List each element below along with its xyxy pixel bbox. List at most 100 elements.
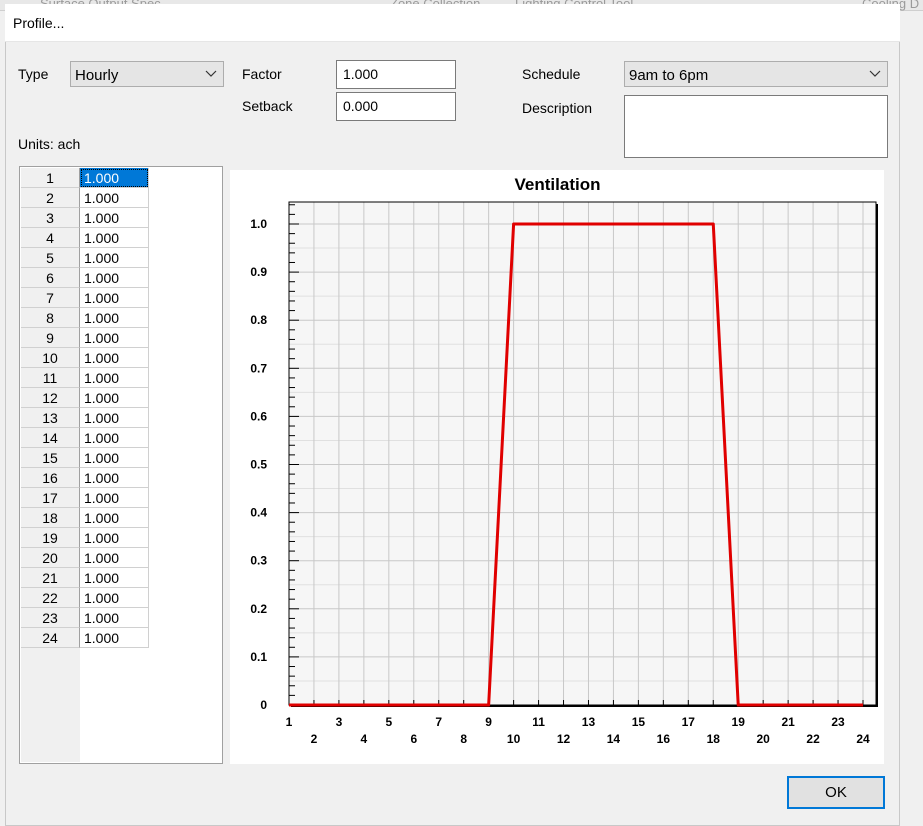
type-select-value: Hourly — [75, 67, 119, 84]
grid-value-cell[interactable]: 1.000 — [80, 348, 149, 368]
grid-row-header[interactable]: 13 — [21, 408, 80, 428]
grid-value-cell[interactable]: 1.000 — [80, 328, 149, 348]
x-tick-label: 24 — [856, 732, 870, 746]
grid-row-header[interactable]: 24 — [21, 628, 80, 648]
units-label: Units: ach — [18, 136, 81, 152]
grid-value-cell[interactable]: 1.000 — [80, 628, 149, 648]
grid-value-cell[interactable]: 1.000 — [80, 588, 149, 608]
y-tick-label: 0.7 — [250, 361, 267, 375]
grid-value-cell[interactable]: 1.000 — [80, 488, 149, 508]
grid-value-cell[interactable]: 1.000 — [80, 508, 149, 528]
grid-value-cell[interactable]: 1.000 — [80, 368, 149, 388]
x-tick-label: 2 — [311, 732, 318, 746]
chart-title: Ventilation — [515, 175, 601, 194]
y-tick-label: 0.4 — [250, 506, 267, 520]
description-input[interactable] — [624, 95, 888, 158]
x-tick-label: 8 — [460, 732, 467, 746]
grid-row-header[interactable]: 17 — [21, 488, 80, 508]
x-tick-label: 1 — [286, 715, 293, 729]
grid-value-cell[interactable]: 1.000 — [80, 268, 149, 288]
setback-input[interactable]: 0.000 — [336, 92, 456, 121]
setback-input-value: 0.000 — [343, 98, 379, 114]
type-select[interactable]: Hourly — [70, 61, 224, 87]
grid-value-cell[interactable]: 1.000 — [80, 188, 149, 208]
chevron-down-icon — [205, 70, 217, 77]
ventilation-chart: 0 0.1 0.2 0.3 0.4 0.5 0.6 0.7 0.8 0.9 1.0 1 3 5 7 9 11 13… — [230, 170, 884, 764]
grid-row-header[interactable]: 18 — [21, 508, 80, 528]
x-tick-label: 9 — [485, 715, 492, 729]
grid-value-cell[interactable]: 1.000 — [80, 248, 149, 268]
grid-row-header[interactable]: 3 — [21, 208, 80, 228]
grid-value-cell[interactable]: 1.000 — [80, 288, 149, 308]
x-tick-label: 10 — [507, 732, 521, 746]
grid-row-header[interactable]: 16 — [21, 468, 80, 488]
factor-input[interactable]: 1.000 — [336, 60, 456, 89]
x-tick-label: 5 — [385, 715, 392, 729]
setback-label: Setback — [242, 98, 293, 114]
grid-row-header[interactable]: 12 — [21, 388, 80, 408]
chevron-down-icon — [869, 70, 881, 77]
x-tick-label: 11 — [532, 715, 545, 729]
x-tick-label: 12 — [557, 732, 571, 746]
description-label: Description — [522, 100, 593, 116]
chart-svg: 00.10.20.30.40.50.60.70.80.91.01 3 5 7 9 11 13… — [250, 175, 878, 746]
x-tick-label: 3 — [336, 715, 343, 729]
x-tick-label: 7 — [435, 715, 442, 729]
grid-value-cell[interactable]: 1.000 — [80, 388, 149, 408]
x-tick-label: 18 — [707, 732, 721, 746]
grid-value-cell[interactable]: 1.000 — [80, 548, 149, 568]
grid-row-header[interactable]: 14 — [21, 428, 80, 448]
grid-row-header[interactable]: 2 — [21, 188, 80, 208]
grid-row-header[interactable]: 22 — [21, 588, 80, 608]
grid-row-header[interactable]: 11 — [21, 368, 80, 388]
grid-row-header[interactable]: 6 — [21, 268, 80, 288]
grid-row-header[interactable]: 19 — [21, 528, 80, 548]
grid-value-cell[interactable]: 1.000 — [80, 208, 149, 228]
x-tick-label: 13 — [582, 715, 596, 729]
grid-row-header[interactable]: 10 — [21, 348, 80, 368]
grid-value-cell[interactable]: 1.000 — [80, 408, 149, 428]
x-tick-label: 16 — [657, 732, 671, 746]
grid-row-header[interactable]: 23 — [21, 608, 80, 628]
grid-value-cell[interactable]: 1.000 — [80, 468, 149, 488]
y-tick-label: 0 — [260, 698, 267, 712]
grid-row-header[interactable]: 15 — [21, 448, 80, 468]
schedule-select[interactable]: 9am to 6pm — [624, 61, 888, 87]
schedule-select-value: 9am to 6pm — [629, 67, 709, 84]
grid-row-header[interactable]: 9 — [21, 328, 80, 348]
x-tick-label: 19 — [732, 715, 746, 729]
grid-value-cell[interactable]: 1.000 — [80, 308, 149, 328]
grid-row-header[interactable]: 20 — [21, 548, 80, 568]
x-tick-label: 17 — [682, 715, 696, 729]
type-label: Type — [18, 66, 49, 82]
y-tick-label: 0.8 — [250, 313, 267, 327]
grid-value-cell[interactable]: 1.000 — [80, 528, 149, 548]
schedule-label: Schedule — [522, 66, 581, 82]
y-tick-label: 0.3 — [250, 554, 267, 568]
grid-row-header[interactable]: 21 — [21, 568, 80, 588]
x-tick-label: 23 — [831, 715, 845, 729]
dialog-titlebar — [5, 4, 900, 42]
grid-value-cell[interactable]: 1.000 — [80, 228, 149, 248]
grid-row-header[interactable]: 1 — [21, 168, 80, 188]
grid-row-header[interactable]: 7 — [21, 288, 80, 308]
grid-value-cell[interactable]: 1.000 — [80, 428, 149, 448]
x-tick-label: 20 — [756, 732, 770, 746]
y-tick-label: 0.9 — [250, 265, 267, 279]
x-tick-label: 4 — [361, 732, 368, 746]
factor-input-value: 1.000 — [343, 66, 379, 82]
x-tick-label: 6 — [410, 732, 417, 746]
ok-button[interactable]: OK — [787, 776, 885, 809]
y-tick-label: 0.6 — [250, 409, 267, 423]
grid-value-cell[interactable]: 1.000 — [80, 448, 149, 468]
y-tick-label: 1.0 — [250, 217, 267, 231]
grid-value-cell[interactable]: 1.000 — [80, 608, 149, 628]
y-tick-label: 0.1 — [250, 650, 267, 664]
grid-value-cell[interactable]: 1.000 — [80, 168, 149, 188]
y-tick-label: 0.2 — [250, 602, 267, 616]
x-tick-label: 21 — [781, 715, 795, 729]
grid-row-header[interactable]: 4 — [21, 228, 80, 248]
grid-value-cell[interactable]: 1.000 — [80, 568, 149, 588]
grid-row-header[interactable]: 8 — [21, 308, 80, 328]
grid-row-header[interactable]: 5 — [21, 248, 80, 268]
